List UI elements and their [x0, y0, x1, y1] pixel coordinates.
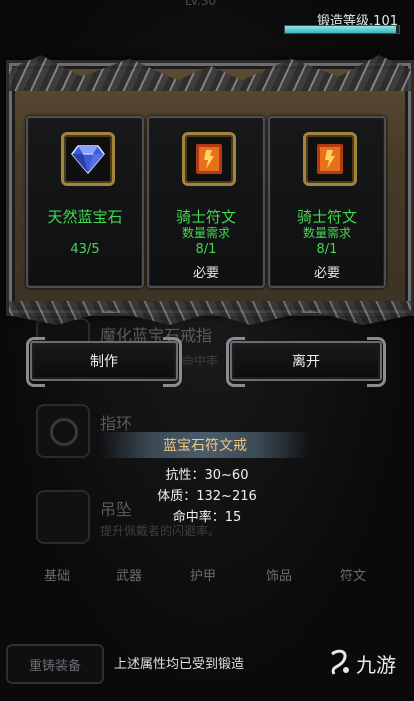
reforge-button[interactable]: 重铸装备	[6, 644, 104, 684]
ring-ghost-icon	[36, 404, 90, 458]
tab-accessory[interactable]: 饰品	[266, 565, 292, 584]
tab-armor[interactable]: 护甲	[190, 565, 216, 584]
tooltip-stat: 命中率：15	[172, 510, 242, 525]
material-requirement-label: 数量需求	[302, 226, 351, 240]
material-requirement-label: 数量需求	[181, 226, 230, 240]
tab-basic[interactable]: 基础	[44, 565, 70, 584]
material-must-label: 必要	[313, 266, 340, 281]
tooltip-stat: 抗性：30~60	[165, 468, 249, 483]
material-count: 8/1	[195, 242, 217, 257]
player-level: LV.30	[185, 0, 217, 8]
ghost-item2-name: 指环	[100, 414, 133, 433]
forge-progress-fill	[285, 26, 396, 33]
tab-weapon[interactable]: 武器	[116, 565, 142, 584]
forge-note: 上述属性均已受到锻造	[114, 657, 245, 672]
material-must-label: 必要	[192, 266, 219, 281]
material-slot-3[interactable]: 骑士符文 数量需求 8/1 必要	[268, 116, 386, 288]
material-count: 8/1	[316, 242, 338, 257]
leave-button[interactable]: 离开	[226, 337, 386, 387]
frame-top-ornament	[9, 55, 411, 91]
forge-progress-bar	[284, 25, 400, 34]
material-name: 天然蓝宝石	[47, 208, 123, 226]
material-slot-2[interactable]: 骑士符文 数量需求 8/1 必要	[147, 116, 265, 288]
ghost-item1-sub: 命中率	[182, 354, 219, 368]
rune-icon	[303, 132, 357, 186]
tooltip-stat: 体质：132~216	[157, 489, 257, 504]
rune-icon	[182, 132, 236, 186]
material-count: 43/5	[70, 242, 100, 257]
tab-rune[interactable]: 符文	[340, 565, 366, 584]
jiuyou-logo: 九游	[331, 649, 396, 677]
watermark-text: 九游	[356, 653, 396, 677]
make-button[interactable]: 制作	[26, 337, 182, 387]
tooltip-title: 蓝宝石符文戒	[100, 432, 310, 458]
sapphire-icon	[61, 132, 115, 186]
material-slot-1[interactable]: 天然蓝宝石 43/5	[26, 116, 144, 288]
